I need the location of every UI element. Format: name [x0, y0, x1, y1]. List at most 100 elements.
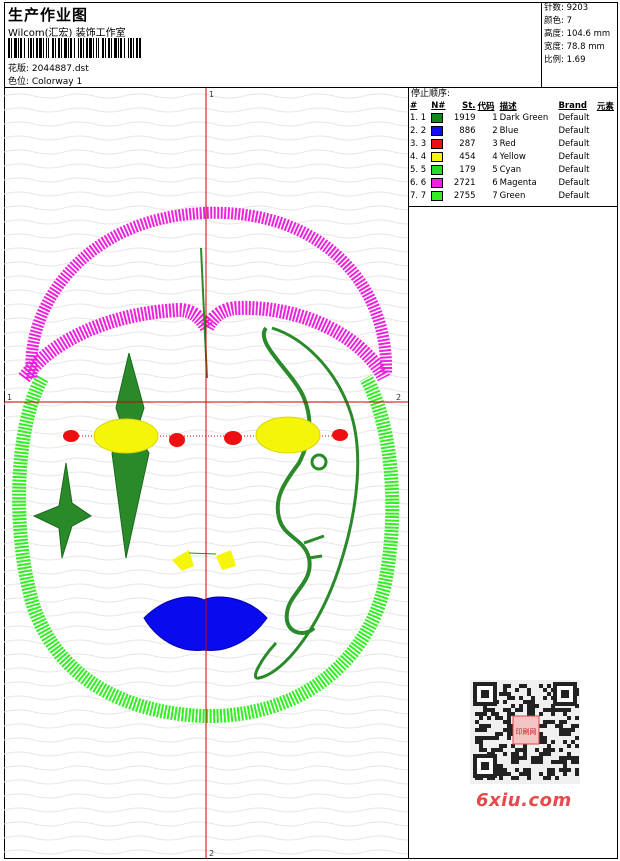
- color-count: 颜色: 7: [544, 16, 572, 26]
- color-swatch: [431, 190, 444, 201]
- watermark-logo: 6xiu.com: [476, 790, 572, 811]
- col-description: 描述: [499, 102, 517, 112]
- table-row: 6. 6 2721 6 Magenta Default: [409, 177, 618, 190]
- row-code: 2: [492, 126, 498, 136]
- row-code: 6: [492, 178, 498, 188]
- table-divider: [409, 206, 618, 207]
- row-code: 3: [492, 139, 498, 149]
- barcode-icon: [8, 38, 141, 58]
- axis-label-bottom: 2: [209, 849, 214, 858]
- design-scale: 比例: 1.69: [544, 55, 586, 65]
- table-row: 7. 7 2755 7 Green Default: [409, 190, 618, 203]
- color-swatch: [431, 125, 444, 136]
- row-stitches: 2721: [453, 178, 476, 188]
- row-description: Blue: [499, 126, 519, 136]
- sheet-header: 生产作业图 Wilcom(汇宏) 装饰工作室 花版: 2044887.dst 色…: [4, 2, 618, 88]
- stop-sequence-heading: 停止顺序:: [411, 89, 451, 99]
- row-element: [596, 177, 618, 190]
- row-brand: Default: [558, 113, 590, 123]
- row-element: [596, 151, 618, 164]
- red-dot-3: [224, 431, 242, 445]
- design-height: 高度: 104.6 mm: [544, 29, 611, 39]
- row-code: 4: [492, 152, 498, 162]
- row-stitches: 287: [459, 139, 476, 149]
- table-row: 5. 5 179 5 Cyan Default: [409, 164, 618, 177]
- row-brand: Default: [558, 139, 590, 149]
- row-element: [596, 138, 618, 151]
- table-row: 3. 3 287 3 Red Default: [409, 138, 618, 151]
- row-brand: Default: [558, 165, 590, 175]
- row-stitches: 454: [459, 152, 476, 162]
- row-description: Yellow: [499, 152, 526, 162]
- row-element: [596, 190, 618, 203]
- row-element: [596, 125, 618, 138]
- design-preview: 1 2 1 2: [4, 88, 409, 859]
- row-stitches: 886: [459, 126, 476, 136]
- design-filename: 花版: 2044887.dst: [8, 64, 89, 74]
- row-stitches: 1919: [453, 113, 476, 123]
- sheet-title: 生产作业图: [8, 6, 89, 24]
- table-header-row: # N# St. 代码 描述 Brand 元素: [409, 100, 618, 112]
- design-width: 宽度: 78.8 mm: [544, 42, 605, 52]
- row-description: Cyan: [499, 165, 522, 175]
- right-eye: [255, 416, 321, 454]
- row-description: Green: [499, 191, 526, 201]
- color-swatch: [431, 164, 444, 175]
- row-index: 7. 7: [410, 191, 427, 201]
- row-swatch: [430, 164, 449, 177]
- qr-code-icon: 印刷网: [470, 680, 580, 784]
- axis-label-right: 2: [396, 393, 401, 402]
- row-code: 5: [492, 165, 498, 175]
- row-index: 5. 5: [410, 165, 427, 175]
- row-swatch: [430, 190, 449, 203]
- table-row: 4. 4 454 4 Yellow Default: [409, 151, 618, 164]
- axis-label-left: 1: [7, 393, 12, 402]
- row-stitches: 179: [459, 165, 476, 175]
- col-code: 代码: [477, 102, 495, 112]
- row-index: 4. 4: [410, 152, 427, 162]
- color-swatch: [431, 112, 444, 123]
- row-brand: Default: [558, 152, 590, 162]
- row-swatch: [430, 151, 449, 164]
- row-swatch: [430, 125, 449, 138]
- row-code: 1: [492, 113, 498, 123]
- row-description: Dark Green: [499, 113, 549, 123]
- axis-label-top: 1: [209, 90, 214, 99]
- red-dot-2: [169, 433, 185, 447]
- col-element: 元素: [596, 102, 614, 112]
- row-stitches: 2755: [453, 191, 476, 201]
- col-brand: Brand: [558, 101, 587, 111]
- row-brand: Default: [558, 126, 590, 136]
- row-index: 3. 3: [410, 139, 427, 149]
- color-swatch: [431, 177, 444, 188]
- red-dot-1: [63, 430, 79, 442]
- left-eye: [93, 418, 159, 454]
- table-row: 2. 2 886 2 Blue Default: [409, 125, 618, 138]
- row-element: [596, 112, 618, 125]
- studio-name: Wilcom(汇宏) 装饰工作室: [8, 28, 126, 39]
- col-needle: N#: [431, 101, 446, 111]
- col-index: #: [410, 101, 418, 111]
- stats-box: 针数: 9203 颜色: 7 高度: 104.6 mm 宽度: 78.8 mm …: [541, 2, 618, 88]
- row-index: 6. 6: [410, 178, 427, 188]
- col-stitches: St.: [462, 101, 476, 111]
- qr-center-label: 印刷网: [516, 728, 537, 736]
- row-index: 1. 1: [410, 113, 427, 123]
- embroidery-canvas: 1 2 1 2: [4, 88, 408, 859]
- row-index: 2. 2: [410, 126, 427, 136]
- table-row: 1. 1 1919 1 Dark Green Default: [409, 112, 618, 125]
- row-brand: Default: [558, 191, 590, 201]
- red-dot-4: [332, 429, 348, 441]
- row-element: [596, 164, 618, 177]
- color-swatch: [431, 138, 444, 149]
- color-swatch: [431, 151, 444, 162]
- colorway-label: 色位: Colorway 1: [8, 77, 83, 87]
- stop-sequence-table: # N# St. 代码 描述 Brand 元素 1. 1 1919 1 Dark Gr…: [409, 100, 618, 203]
- row-description: Magenta: [499, 178, 537, 188]
- row-description: Red: [499, 139, 516, 149]
- row-brand: Default: [558, 178, 590, 188]
- row-swatch: [430, 177, 449, 190]
- row-swatch: [430, 112, 449, 125]
- row-code: 7: [492, 191, 498, 201]
- stitch-count: 针数: 9203: [544, 3, 589, 13]
